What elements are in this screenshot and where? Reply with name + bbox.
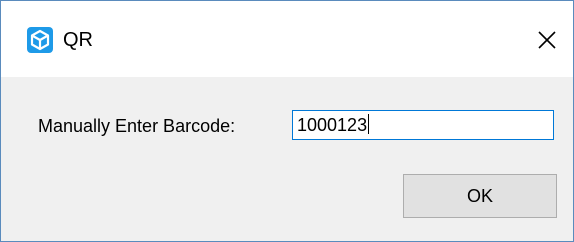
window-title: QR xyxy=(63,29,93,51)
barcode-label: Manually Enter Barcode: xyxy=(38,116,236,136)
dialog-content: Manually Enter Barcode: 1000123 OK xyxy=(1,77,573,241)
barcode-input[interactable]: 1000123 xyxy=(292,110,554,140)
ok-button[interactable]: OK xyxy=(403,174,557,218)
qr-dialog: QR Manually Enter Barcode: 1000123 OK xyxy=(0,0,574,242)
cube-icon xyxy=(27,27,53,53)
text-caret xyxy=(368,114,370,134)
barcode-input-value: 1000123 xyxy=(297,115,368,135)
close-button[interactable] xyxy=(521,15,573,65)
title-bar: QR xyxy=(1,1,573,77)
close-icon xyxy=(538,31,556,49)
